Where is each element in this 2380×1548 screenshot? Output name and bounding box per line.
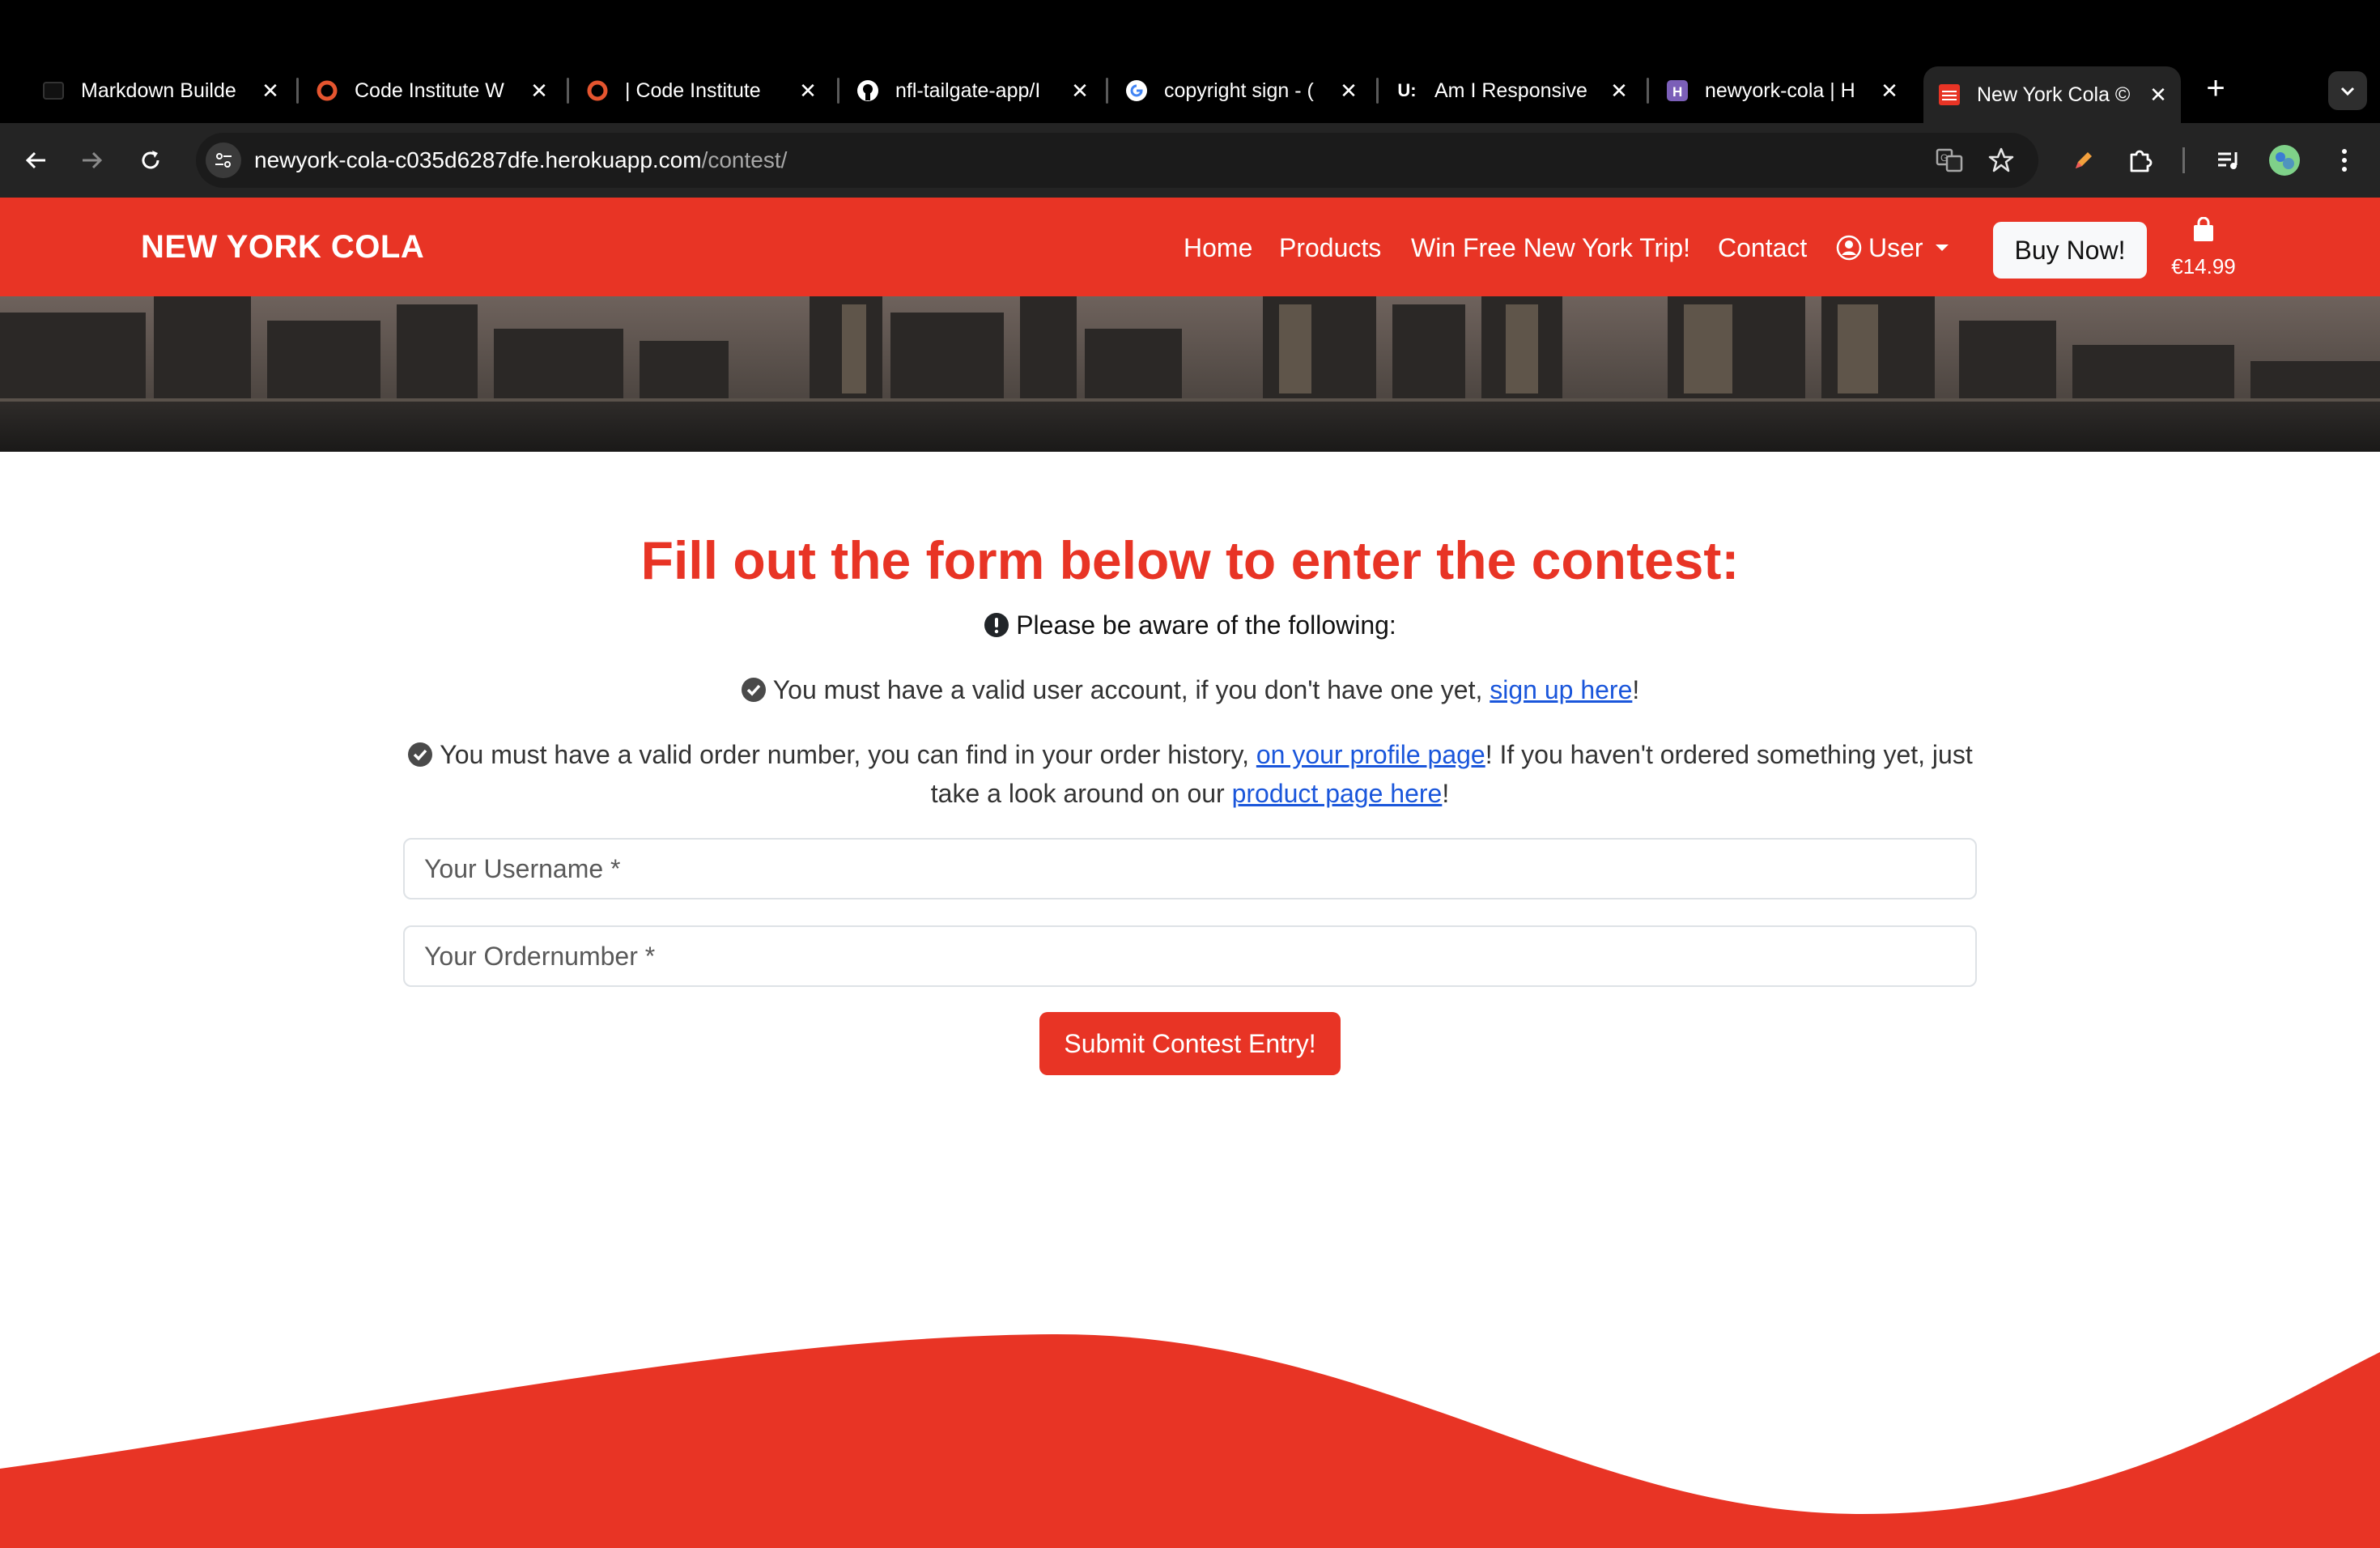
chevron-down-icon	[2340, 87, 2355, 96]
close-icon[interactable]: ✕	[259, 79, 282, 104]
arrow-left-icon	[25, 151, 45, 169]
tune-icon	[215, 153, 232, 168]
nav-products[interactable]: Products	[1279, 232, 1381, 264]
close-icon[interactable]: ✕	[1608, 79, 1630, 104]
bookmark-star-icon[interactable]	[1983, 142, 2019, 178]
browser-tab[interactable]: U: Am I Responsive ✕	[1396, 71, 1630, 110]
user-label: User	[1868, 233, 1923, 262]
close-icon[interactable]: ✕	[1878, 79, 1901, 104]
username-input[interactable]	[424, 840, 1954, 898]
translate-icon[interactable]: G	[1932, 142, 1967, 178]
close-icon[interactable]: ✕	[2147, 83, 2170, 108]
tab-divider	[567, 78, 569, 104]
tab-search-button[interactable]	[2328, 71, 2367, 110]
svg-text:G: G	[1940, 152, 1948, 164]
browser-tab[interactable]: H newyork-cola | H ✕	[1666, 71, 1901, 110]
tab-divider	[837, 78, 839, 104]
site-settings-button[interactable]	[206, 142, 241, 178]
check-circle-icon	[741, 678, 766, 702]
browser-tab-active[interactable]: New York Cola © ✕	[1923, 66, 2181, 123]
browser-tab[interactable]: Markdown Builde ✕	[42, 71, 282, 110]
caret-down-icon	[1935, 245, 1949, 251]
requirement-order-text: You must have a valid order number, you …	[440, 740, 1249, 769]
exclamation-circle-icon	[984, 613, 1009, 637]
code-institute-icon	[316, 79, 338, 102]
heroku-icon: H	[1666, 79, 1689, 102]
notice-label: Please be aware of the following:	[1016, 610, 1396, 640]
close-icon[interactable]: ✕	[1069, 79, 1091, 104]
brand-logo[interactable]: NEW YORK COLA	[141, 228, 424, 266]
requirement-account-text: You must have a valid user account, if y…	[772, 675, 1483, 704]
markdown-icon	[42, 79, 65, 102]
reload-icon	[142, 151, 159, 169]
code-institute-icon	[586, 79, 609, 102]
am-i-responsive-icon: U:	[1397, 80, 1417, 100]
toolbar-divider	[2182, 147, 2185, 173]
tab-title: copyright sign - (	[1164, 79, 1314, 102]
forward-button[interactable]	[74, 142, 110, 178]
media-controls-icon[interactable]	[2210, 142, 2246, 178]
notice-text: Please be aware of the following:	[380, 606, 2000, 644]
google-icon	[1125, 79, 1148, 102]
tab-title: Code Institute W	[355, 79, 504, 102]
requirement-account: You must have a valid user account, if y…	[380, 670, 2000, 709]
profile-page-link[interactable]: on your profile page	[1256, 740, 1485, 769]
url-text[interactable]: newyork-cola-c035d6287dfe.herokuapp.com/…	[254, 146, 787, 175]
tab-title: newyork-cola | H	[1705, 79, 1855, 102]
nav-contact[interactable]: Contact	[1718, 232, 1807, 264]
requirement-order: You must have a valid order number, you …	[380, 735, 2000, 813]
tab-divider	[1376, 78, 1379, 104]
tab-divider	[1647, 78, 1649, 104]
tab-divider	[296, 78, 299, 104]
close-icon[interactable]: ✕	[528, 79, 550, 104]
sign-up-link[interactable]: sign up here	[1490, 675, 1632, 704]
browser-tab[interactable]: nfl-tailgate-app/I ✕	[856, 71, 1091, 110]
new-tab-icon[interactable]: +	[2199, 70, 2233, 106]
browser-tab[interactable]: copyright sign - ( ✕	[1125, 71, 1360, 110]
ordernumber-field[interactable]	[403, 925, 1977, 987]
browser-tab[interactable]: | Code Institute ✕	[586, 71, 819, 110]
nav-contest[interactable]: Win Free New York Trip!	[1411, 232, 1690, 264]
submit-contest-button[interactable]: Submit Contest Entry!	[1039, 1012, 1341, 1075]
pencil-extension-icon[interactable]	[2066, 142, 2102, 178]
url-path: /contest/	[701, 147, 788, 172]
requirement-account-suffix: !	[1632, 675, 1640, 704]
tab-divider	[1106, 78, 1108, 104]
tab-title: Markdown Builde	[81, 79, 236, 102]
cart-total: €14.99	[2171, 254, 2236, 279]
browser-tab[interactable]: Code Institute W ✕	[316, 71, 550, 110]
nav-home[interactable]: Home	[1184, 232, 1252, 264]
shopping-bag-icon	[2194, 217, 2213, 241]
user-dropdown[interactable]: User	[1836, 232, 1949, 264]
more-menu-icon[interactable]	[2327, 142, 2362, 178]
extensions-icon[interactable]	[2123, 142, 2158, 178]
profile-avatar[interactable]	[2267, 142, 2302, 178]
url-host: newyork-cola-c035d6287dfe.herokuapp.com	[254, 147, 702, 172]
cart-button[interactable]: €14.99	[2166, 217, 2241, 282]
back-button[interactable]	[18, 142, 53, 178]
footer-wave	[0, 1333, 2380, 1548]
close-icon[interactable]: ✕	[1337, 79, 1360, 104]
product-page-link[interactable]: product page here	[1232, 779, 1443, 808]
tab-title: New York Cola ©	[1977, 83, 2131, 106]
tab-title: nfl-tailgate-app/I	[895, 79, 1041, 102]
check-circle-icon	[408, 742, 433, 767]
new-york-cola-icon	[1938, 83, 1961, 106]
github-icon	[856, 79, 879, 102]
svg-text:H: H	[1672, 84, 1682, 100]
buy-now-button[interactable]: Buy Now!	[1993, 222, 2147, 279]
username-field[interactable]	[403, 838, 1977, 899]
tab-title: | Code Institute	[625, 79, 761, 102]
hero-skyline-image	[0, 296, 2380, 452]
arrow-right-icon	[83, 151, 103, 169]
close-icon[interactable]: ✕	[797, 79, 819, 104]
reload-button[interactable]	[133, 142, 168, 178]
tab-title: Am I Responsive	[1434, 79, 1587, 102]
user-circle-icon	[1836, 235, 1862, 261]
ordernumber-input[interactable]	[424, 927, 1954, 985]
requirement-order-suffix: !	[1442, 779, 1450, 808]
page-title: Fill out the form below to enter the con…	[640, 530, 1740, 590]
